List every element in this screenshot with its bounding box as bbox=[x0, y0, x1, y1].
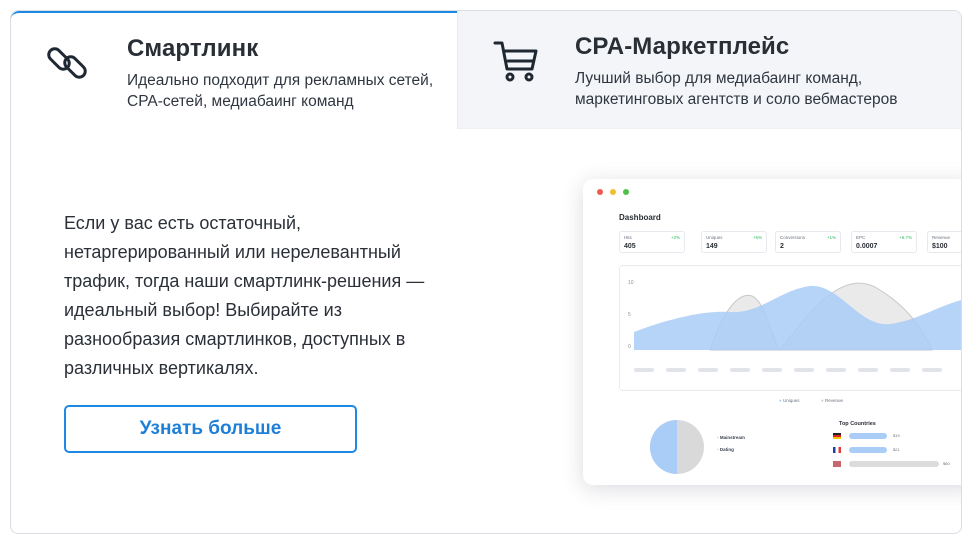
stat-label: Conversions bbox=[780, 235, 806, 240]
cart-icon bbox=[493, 41, 538, 82]
stat-label: Uniques bbox=[706, 235, 723, 240]
stat-value: 405 bbox=[624, 243, 636, 250]
legend-item-uniques: ● Uniques bbox=[779, 398, 800, 403]
dashboard-title: Dashboard bbox=[619, 213, 661, 222]
stat-value: 0.0007 bbox=[856, 243, 878, 250]
stat-change: +1% bbox=[826, 235, 836, 240]
tab-description: Лучший выбор для медиабаинг команд, марк… bbox=[575, 70, 898, 108]
pie-slice-mainstream bbox=[650, 420, 677, 474]
tab-description: Идеально подходит для рекламных сетей, C… bbox=[127, 72, 434, 110]
stat-change: +2% bbox=[670, 235, 680, 240]
stat-card: Conversions +1% 2 bbox=[775, 231, 841, 253]
country-bar bbox=[849, 433, 887, 439]
country-bar bbox=[849, 447, 887, 453]
y-tick-label: 10 bbox=[628, 280, 634, 286]
tab-title: CPA-Маркетплейс bbox=[575, 33, 790, 60]
stat-label: Revenue bbox=[932, 235, 951, 240]
stat-label: Hits bbox=[624, 235, 632, 240]
area-chart-svg: 10 5 0 bbox=[628, 280, 961, 372]
stat-value: 149 bbox=[706, 243, 718, 250]
country-bar bbox=[849, 461, 939, 467]
stat-label: EPC bbox=[856, 235, 866, 240]
stat-card: Uniques +5% 149 bbox=[701, 231, 767, 253]
link-icon bbox=[47, 47, 87, 79]
pie-chart bbox=[649, 419, 705, 480]
pie-label: • Dating bbox=[717, 447, 734, 452]
x-axis-placeholders bbox=[634, 368, 942, 372]
stat-card: Revenue $100 bbox=[927, 231, 961, 253]
pie-label-text: Dating bbox=[719, 447, 734, 452]
minimize-dot-icon bbox=[610, 189, 616, 195]
dashboard-illustration: Dashboard Hits +2% 405 Uniques +5% 149 C… bbox=[583, 179, 961, 485]
area-chart: 10 5 0 bbox=[619, 265, 961, 391]
tab-title: Смартлинк bbox=[127, 35, 259, 62]
close-dot-icon bbox=[597, 189, 603, 195]
pie-label: • Mainstream bbox=[717, 435, 745, 440]
pie-chart-svg bbox=[650, 420, 704, 474]
product-card: Смартлинк Идеально подходит для рекламны… bbox=[10, 10, 962, 534]
y-tick-label: 5 bbox=[628, 312, 631, 318]
stat-value: $100 bbox=[932, 243, 948, 250]
legend-item-revenue: ● Revenue bbox=[821, 398, 843, 403]
y-tick-label: 0 bbox=[628, 344, 631, 350]
country-value: $21 bbox=[893, 447, 900, 452]
smartlink-description: Если у вас есть остаточный, нетаргериров… bbox=[64, 213, 425, 378]
top-countries-title: Top Countries bbox=[839, 421, 876, 427]
stat-change: +6.7% bbox=[899, 235, 912, 240]
tab-smartlink[interactable]: Смартлинк Идеально подходит для рекламны… bbox=[11, 11, 457, 129]
country-value: $19 bbox=[893, 433, 900, 438]
flag-de-icon bbox=[833, 433, 841, 439]
learn-more-button[interactable]: Узнать больше bbox=[64, 405, 357, 453]
stat-card: Hits +2% 405 bbox=[619, 231, 685, 253]
maximize-dot-icon bbox=[623, 189, 629, 195]
stat-change: +5% bbox=[752, 235, 762, 240]
pie-label-text: Mainstream bbox=[719, 435, 745, 440]
flag-fr-icon bbox=[833, 447, 841, 453]
stat-card: EPC +6.7% 0.0007 bbox=[851, 231, 917, 253]
legend-label: Revenue bbox=[824, 398, 843, 403]
country-value: $60 bbox=[943, 461, 950, 466]
flag-icon bbox=[833, 461, 841, 467]
legend-label: Uniques bbox=[782, 398, 800, 403]
stat-value: 2 bbox=[780, 243, 784, 250]
window-controls bbox=[597, 189, 629, 195]
tab-cpa-marketplace[interactable]: CPA-Маркетплейс Лучший выбор для медиаба… bbox=[457, 11, 961, 129]
